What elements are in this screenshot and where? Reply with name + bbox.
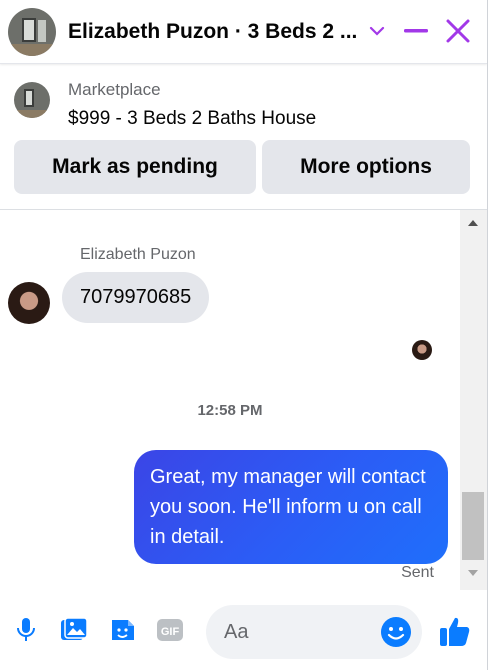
- emoji-icon[interactable]: [380, 616, 412, 648]
- minimize-icon[interactable]: [401, 16, 431, 46]
- scroll-up-arrow-icon[interactable]: [468, 220, 478, 226]
- svg-text:GIF: GIF: [161, 626, 180, 638]
- message-input[interactable]: [224, 619, 374, 645]
- listing-title[interactable]: $999 - 3 Beds 2 Baths House: [68, 108, 316, 130]
- more-options-button[interactable]: More options: [262, 140, 470, 194]
- scroll-down-arrow-icon[interactable]: [468, 570, 478, 576]
- chat-header[interactable]: Elizabeth Puzon · 3 Beds 2 ...: [0, 0, 487, 64]
- message-scrollbar[interactable]: [460, 210, 487, 590]
- close-icon[interactable]: [443, 16, 473, 46]
- conversation-title[interactable]: Elizabeth Puzon · 3 Beds 2 ...: [68, 20, 360, 44]
- message-input-box[interactable]: [206, 605, 422, 659]
- scrollbar-thumb[interactable]: [462, 492, 484, 560]
- chat-window: Elizabeth Puzon · 3 Beds 2 ... Marketpla…: [0, 0, 487, 670]
- read-receipt-avatar: [412, 340, 432, 360]
- chevron-down-icon[interactable]: [365, 19, 389, 43]
- photo-icon[interactable]: [60, 616, 88, 644]
- background-page-edge: [487, 0, 492, 670]
- incoming-message[interactable]: 7079970685: [62, 272, 210, 323]
- sticker-icon[interactable]: [108, 616, 136, 644]
- message-status: Sent: [401, 564, 434, 581]
- thumbs-up-icon[interactable]: [438, 614, 472, 648]
- message-list: Elizabeth Puzon 7079970685 12:58 PM Grea…: [0, 210, 460, 590]
- mark-as-pending-button[interactable]: Mark as pending: [14, 140, 256, 194]
- listing-thumbnail[interactable]: [14, 82, 50, 118]
- marketplace-label: Marketplace: [68, 80, 161, 99]
- microphone-icon[interactable]: [12, 616, 40, 644]
- sender-name: Elizabeth Puzon: [80, 246, 196, 263]
- message-composer: GIF: [0, 600, 487, 664]
- sender-avatar[interactable]: [8, 282, 50, 324]
- marketplace-listing: Marketplace $999 - 3 Beds 2 Baths House …: [0, 64, 487, 210]
- outgoing-message[interactable]: Great, my manager will contact you soon.…: [134, 450, 448, 564]
- message-timestamp: 12:58 PM: [197, 402, 263, 419]
- conversation-avatar[interactable]: [8, 7, 56, 56]
- gif-icon[interactable]: GIF: [156, 616, 184, 644]
